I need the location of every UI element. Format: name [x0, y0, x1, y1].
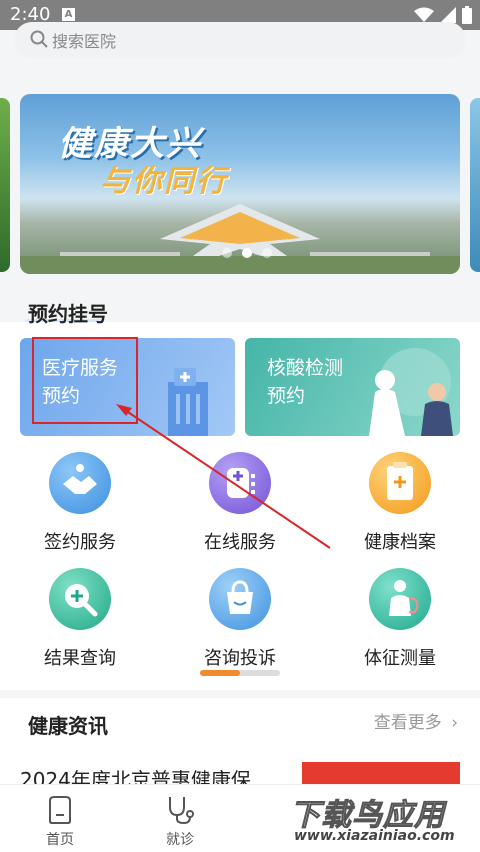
tab-visit[interactable]: 就诊 [140, 793, 220, 849]
card-label: 核酸检测 预约 [267, 357, 344, 407]
home-icon [49, 796, 71, 824]
tab-home[interactable]: 首页 [20, 793, 100, 849]
search-icon [30, 30, 48, 48]
view-more-link[interactable]: 查看更多 › [374, 708, 458, 733]
banner-next-peek[interactable] [470, 98, 480, 272]
carousel-dot[interactable] [222, 248, 232, 258]
tab-label: 首页 [46, 832, 74, 848]
service-label: 签约服务 [44, 532, 116, 553]
grid-scroll-indicator [200, 670, 280, 676]
site-watermark: 下载鸟应用 www.xiazainiao.com [290, 798, 455, 845]
news-section-title: 健康资讯 [24, 710, 108, 741]
wifi-icon [414, 7, 434, 22]
nucleic-acid-test-appointment-card[interactable]: 核酸检测 预约 [245, 338, 460, 436]
hospital-building-icon [168, 368, 208, 436]
result-search-icon [49, 568, 111, 630]
service-online[interactable]: 在线服务 [180, 452, 300, 562]
carousel-dot[interactable] [262, 248, 272, 258]
chevron-right-icon: › [451, 713, 458, 733]
tab-label: 就诊 [166, 832, 194, 848]
service-label: 在线服务 [204, 532, 276, 553]
highlight-box [32, 337, 138, 424]
stethoscope-icon [169, 797, 194, 825]
stethoscope-body-icon [369, 568, 431, 630]
service-label: 体征测量 [364, 648, 436, 669]
health-record-icon [369, 452, 431, 514]
service-label: 健康档案 [364, 532, 436, 553]
service-label: 结果查询 [44, 648, 116, 669]
search-placeholder: 搜索医院 [52, 32, 117, 51]
handshake-icon [49, 452, 111, 514]
nucleic-test-illustration [369, 348, 453, 436]
online-service-icon [209, 452, 271, 514]
service-consult-complaint[interactable]: 咨询投诉 [180, 568, 300, 678]
search-input[interactable]: 搜索医院 [14, 22, 466, 58]
airport-illustration [20, 204, 460, 274]
carousel-dots [222, 248, 272, 258]
carousel-dot-active[interactable] [242, 248, 252, 258]
service-signing[interactable]: 签约服务 [20, 452, 140, 562]
shopping-bag-icon [209, 568, 271, 630]
appointment-section-title: 预约挂号 [24, 298, 108, 329]
service-label: 咨询投诉 [204, 648, 276, 669]
signal-icon [440, 7, 456, 23]
banner-prev-peek[interactable] [0, 98, 10, 272]
service-vital-signs[interactable]: 体征测量 [340, 568, 460, 678]
service-health-record[interactable]: 健康档案 [340, 452, 460, 562]
service-result-query[interactable]: 结果查询 [20, 568, 140, 678]
app-notification-icon: A [62, 8, 75, 21]
battery-icon [462, 6, 472, 24]
banner-carousel[interactable]: 健康大兴 与你同行 [20, 94, 460, 274]
